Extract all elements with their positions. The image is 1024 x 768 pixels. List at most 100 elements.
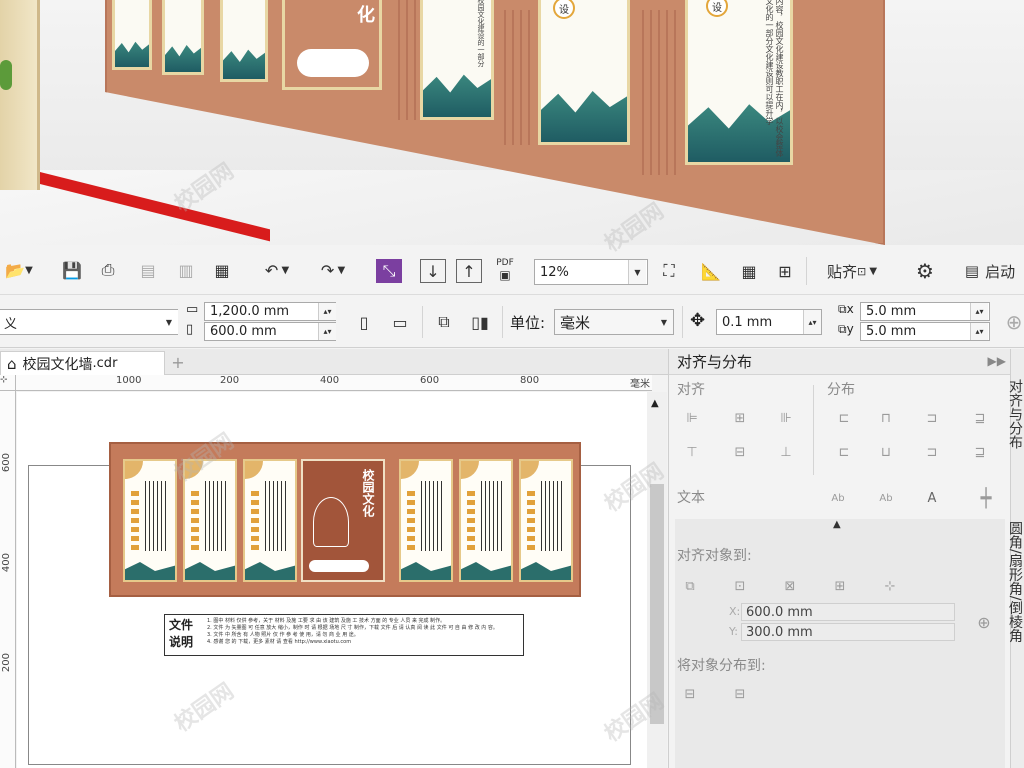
align-point-y-input[interactable]: 300.0 mm [741,623,955,641]
snap-to-dropdown[interactable]: 贴齐 ⊡ ▼ [816,259,888,283]
align-to-point-icon[interactable]: ⊹ [879,575,901,597]
align-to-page-edge-icon[interactable]: ⊡ [729,575,751,597]
duplicate-y-spinner[interactable]: ▴▾ [970,323,988,340]
text-bounding-box-icon[interactable]: A [921,487,943,509]
zoom-dropdown-arrow[interactable]: ▼ [628,260,646,284]
distribute-right-icon[interactable]: ⊒ [969,407,991,429]
design-cloud-base [309,560,369,572]
cut-button[interactable]: ▤ [136,259,160,281]
docker-collapse-icon[interactable]: ▶▶ [988,354,1006,368]
distribute-spacing-h-icon[interactable]: ⊐ [921,407,943,429]
design-panel[interactable] [519,459,573,582]
text-first-line-baseline-icon[interactable]: Ab [827,487,849,509]
render-slats [392,0,418,120]
collapse-triangle-icon[interactable]: ▲ [833,519,841,530]
design-center-panel[interactable]: 校园文化 [301,459,385,582]
align-center-v-icon[interactable]: ⊟ [729,441,751,463]
align-to-page-center-icon[interactable]: ⊠ [779,575,801,597]
distribute-spacing-v-icon[interactable]: ⊐ [921,441,943,463]
export-button[interactable]: ↑ [456,259,482,283]
full-screen-button[interactable]: ⛶ [656,259,682,283]
render-panel-text: 校园文化建设的一部分 [477,0,485,67]
nudge-spinner[interactable]: ▴▾ [803,310,821,334]
coreldraw-window: 📂 ▼ 💾 ⎙ ▤ ▥ ▦ ↶ ▼ ↷ ▼ ⤡ ↓ ↑ PDF ▣ 12% ▼ ⛶ … [0,245,1024,768]
distribute-left-icon[interactable]: ⊏ [833,407,855,429]
show-grid-button[interactable]: ▦ [736,259,762,283]
show-rulers-button[interactable]: 📐 [698,259,724,283]
design-panel[interactable] [459,459,513,582]
align-to-grid-icon[interactable]: ⊞ [829,575,851,597]
page-height-input[interactable]: 600.0 mm [204,322,336,341]
align-center-h-icon[interactable]: ⊞ [729,407,751,429]
docker-tab-align[interactable]: 对齐与分布 [1007,379,1024,449]
design-panel[interactable] [399,459,453,582]
docker-tab-align-label: 对齐与分布 [1007,379,1023,449]
align-left-icon[interactable]: ⊫ [681,407,703,429]
units-dropdown-arrow[interactable]: ▼ [655,310,673,334]
ruler-unit-label: 毫米 [630,379,650,390]
align-point-target-icon[interactable]: ⊕ [973,611,995,633]
publish-pdf-button[interactable]: PDF ▣ [490,255,520,285]
show-guidelines-button[interactable]: ⊞ [772,259,798,283]
chevron-down-icon: ▼ [165,317,173,327]
open-button[interactable]: 📂 ▼ [2,259,36,281]
redo-button[interactable]: ↷ ▼ [310,259,356,281]
corel-connect-button[interactable]: ⤡ [376,259,402,283]
align-top-icon[interactable]: ⊤ [681,441,703,463]
chevron-down-icon: ▼ [660,317,668,327]
page-size-dropdown-arrow[interactable]: ▼ [160,310,178,334]
align-right-icon[interactable]: ⊪ [775,407,797,429]
ruler-origin[interactable]: ⊹ [0,375,16,391]
save-button[interactable]: 💾 [60,259,84,281]
design-panel[interactable] [183,459,237,582]
scrollbar-thumb[interactable] [650,484,664,724]
render-plant [0,60,12,90]
page-size-select[interactable]: 义 [0,309,178,335]
add-button[interactable]: ⊕ [1004,309,1024,335]
docker-tab-corners[interactable]: 圆角/扇形角/倒棱角 [1007,521,1024,642]
page-width-input[interactable]: 1,200.0 mm [204,302,336,321]
distribute-to-page-icon[interactable]: ⊟ [729,683,751,705]
render-center-panel: 化 [282,0,382,90]
landscape-button[interactable]: ▭ [386,309,414,335]
distribute-top-icon[interactable]: ⊏ [833,441,855,463]
distribute-to-selection-icon[interactable]: ⊟ [679,683,701,705]
paste-button[interactable]: ▦ [210,259,234,281]
text-last-line-baseline-icon[interactable]: Ab [875,487,897,509]
drawing-canvas[interactable]: 校园文化 文件说明 1. 图中 材料 仅供 参考，关于 材料 及施 工要 求 由… [17,392,647,768]
file-note-box[interactable]: 文件说明 1. 图中 材料 仅供 参考，关于 材料 及施 工要 求 由 该 建筑… [164,614,524,656]
current-page-button[interactable]: ▯▮ [466,309,494,335]
distribute-center-h-icon[interactable]: ⊓ [875,407,897,429]
duplicate-x-spinner[interactable]: ▴▾ [970,303,988,320]
distribute-bottom-icon[interactable]: ⊒ [969,441,991,463]
vertical-ruler[interactable]: 600 400 200 [0,391,16,768]
align-point-x-input[interactable]: 600.0 mm [741,603,955,621]
vertical-scrollbar[interactable]: ▲ [647,392,667,768]
options-button[interactable]: ⚙ [912,259,938,283]
file-note-line: 3. 文件 中 所含 有 人物 照片 仅 作 参 考 使 用，请 勿 商 业 用… [207,632,359,638]
design-panel[interactable] [123,459,177,582]
culture-wall-design[interactable]: 校园文化 [109,442,581,597]
document-tab[interactable]: ⌂ 校园文化墙 .cdr [0,351,165,375]
align-to-active-icon[interactable]: ⧉ [679,575,701,597]
text-outline-icon[interactable]: ┿ [975,487,997,509]
scroll-up-icon[interactable]: ▲ [651,398,659,409]
document-tab-bar: ⌂ 校园文化墙 .cdr + [0,349,668,375]
distribute-center-v-icon[interactable]: ⊔ [875,441,897,463]
portrait-button[interactable]: ▯ [352,309,376,335]
import-button[interactable]: ↓ [420,259,446,283]
horizontal-ruler[interactable]: 200 400 600 800 1000 毫米 [16,375,652,391]
docker-tab-corners-label: 圆角/扇形角/倒棱角 [1007,521,1023,643]
design-panel[interactable] [243,459,297,582]
snap-to-label: 贴齐 [826,262,857,281]
print-button[interactable]: ⎙ [96,259,120,281]
pdf-label: PDF [496,258,514,268]
page-height-spinner[interactable]: ▴▾ [318,323,336,340]
application-launcher[interactable]: ▤ 启动 [956,259,1024,283]
page-width-spinner[interactable]: ▴▾ [318,303,336,320]
copy-button[interactable]: ▥ [174,259,198,281]
all-pages-button[interactable]: ⧉ [430,309,458,335]
undo-button[interactable]: ↶ ▼ [254,259,300,281]
align-bottom-icon[interactable]: ⊥ [775,441,797,463]
new-document-tab-button[interactable]: + [168,352,188,372]
